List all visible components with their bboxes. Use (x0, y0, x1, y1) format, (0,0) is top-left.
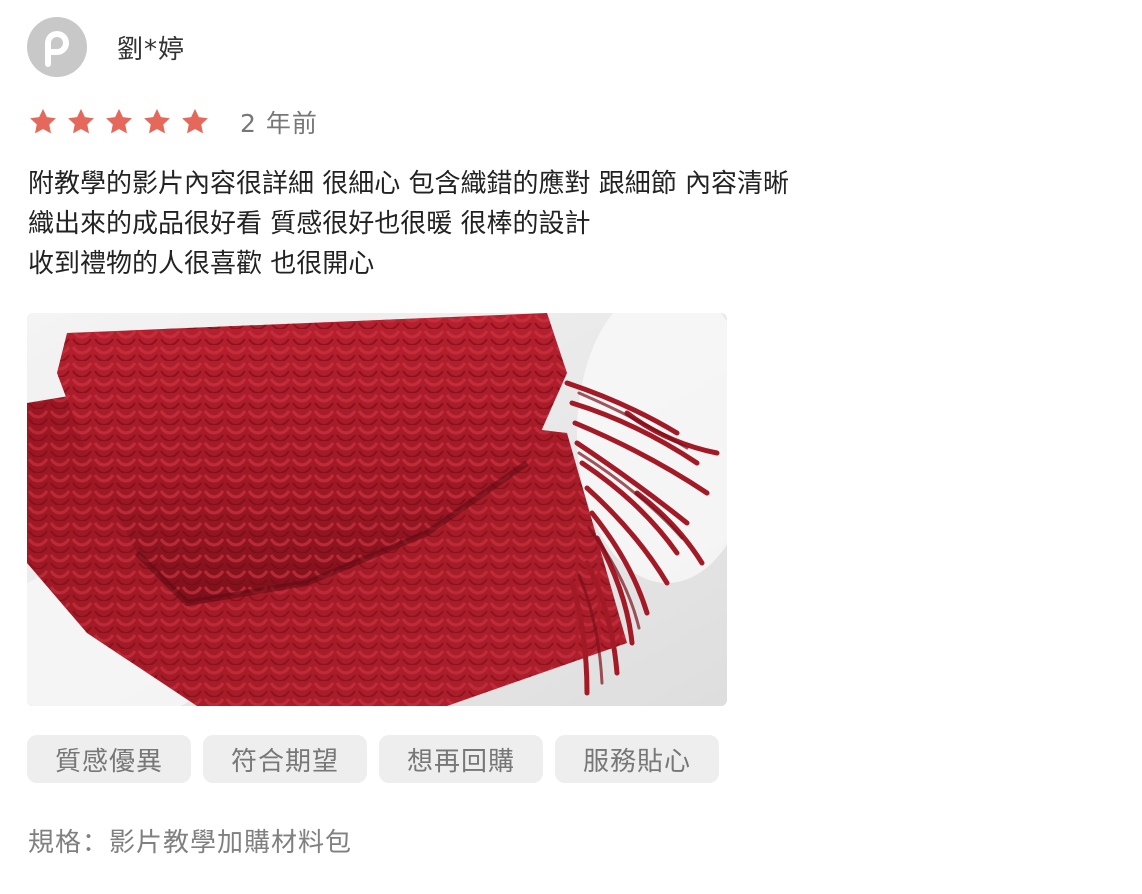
review-header: 劉*婷 (27, 17, 185, 77)
comment-line: 附教學的影片內容很詳細 很細心 包含織錯的應對 跟細節 內容清晰 (28, 169, 790, 199)
comment-line: 收到禮物的人很喜歡 也很開心 (28, 249, 375, 279)
star-rating (28, 107, 218, 137)
user-name: 劉*婷 (117, 34, 186, 65)
tag-chip: 質感優異 (27, 735, 192, 783)
star-icon (66, 107, 96, 137)
comment-line: 織出來的成品很好看 質感很好也很暖 很棒的設計 (28, 209, 591, 239)
tag-chip: 服務貼心 (555, 735, 720, 783)
pinkoi-p-logo-icon (45, 31, 69, 67)
tag-chip: 想再回購 (379, 735, 544, 783)
star-icon (104, 107, 134, 137)
review-comment: 附教學的影片內容很詳細 很細心 包含織錯的應對 跟細節 內容清晰 織出來的成品很… (28, 164, 928, 284)
review-photo[interactable] (27, 313, 727, 706)
review-tags: 質感優異 符合期望 想再回購 服務貼心 (27, 735, 731, 783)
rating-row: 2 年前 (28, 104, 318, 140)
avatar[interactable] (27, 17, 87, 77)
star-icon (28, 107, 58, 137)
star-icon (142, 107, 172, 137)
product-spec: 規格：影片教學加購材料包 (28, 828, 353, 858)
review-card: 劉*婷 2 年前 附教學的影片內容很詳細 很細心 包含織錯的應對 跟細節 內容清… (0, 0, 1142, 894)
star-icon (180, 107, 210, 137)
red-knitted-scarf-image (27, 313, 727, 706)
tag-chip: 符合期望 (203, 735, 368, 783)
review-time: 2 年前 (240, 109, 318, 138)
